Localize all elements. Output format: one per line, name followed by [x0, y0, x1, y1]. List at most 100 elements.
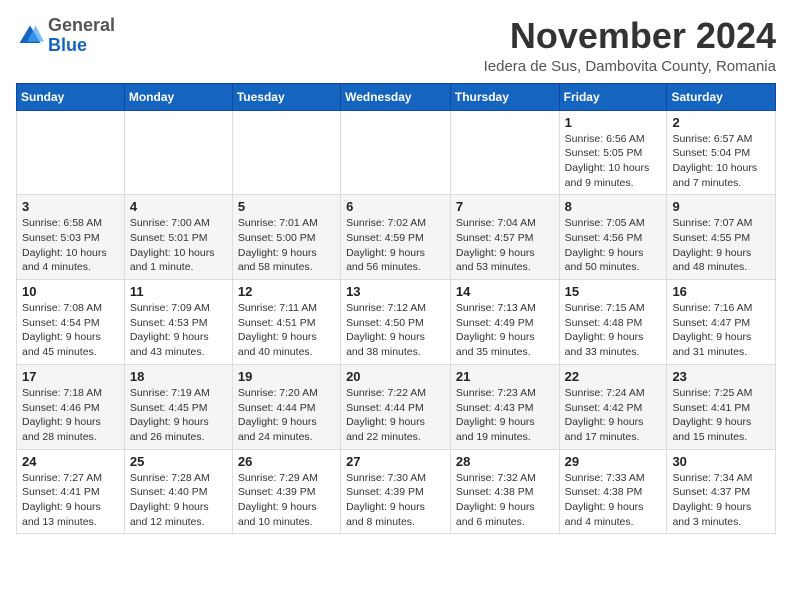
calendar-cell: 25 Sunrise: 7:28 AM Sunset: 4:40 PM Dayli… [124, 449, 232, 534]
calendar-week-row: 10 Sunrise: 7:08 AM Sunset: 4:54 PM Dayli… [17, 280, 776, 365]
day-info: Sunrise: 7:02 AM Sunset: 4:59 PM Dayligh… [346, 216, 445, 275]
day-info: Sunrise: 7:05 AM Sunset: 4:56 PM Dayligh… [565, 216, 662, 275]
day-number: 11 [130, 284, 227, 299]
day-info: Sunrise: 7:27 AM Sunset: 4:41 PM Dayligh… [22, 471, 119, 530]
calendar-week-row: 24 Sunrise: 7:27 AM Sunset: 4:41 PM Dayli… [17, 449, 776, 534]
day-info: Sunrise: 7:04 AM Sunset: 4:57 PM Dayligh… [456, 216, 554, 275]
day-number: 29 [565, 454, 662, 469]
day-info: Sunrise: 7:15 AM Sunset: 4:48 PM Dayligh… [565, 301, 662, 360]
calendar-cell: 30 Sunrise: 7:34 AM Sunset: 4:37 PM Dayli… [667, 449, 776, 534]
day-info: Sunrise: 7:28 AM Sunset: 4:40 PM Dayligh… [130, 471, 227, 530]
calendar-cell: 5 Sunrise: 7:01 AM Sunset: 5:00 PM Daylig… [232, 195, 340, 280]
weekday-header-sunday: Sunday [17, 83, 125, 110]
calendar-cell: 17 Sunrise: 7:18 AM Sunset: 4:46 PM Dayli… [17, 364, 125, 449]
day-info: Sunrise: 7:23 AM Sunset: 4:43 PM Dayligh… [456, 386, 554, 445]
day-info: Sunrise: 7:34 AM Sunset: 4:37 PM Dayligh… [672, 471, 770, 530]
day-info: Sunrise: 7:32 AM Sunset: 4:38 PM Dayligh… [456, 471, 554, 530]
day-info: Sunrise: 7:19 AM Sunset: 4:45 PM Dayligh… [130, 386, 227, 445]
calendar-cell: 16Sunrise: 7:16 AM Sunset: 4:47 PM Dayli… [667, 280, 776, 365]
calendar-week-row: 17 Sunrise: 7:18 AM Sunset: 4:46 PM Dayli… [17, 364, 776, 449]
calendar-cell: 8 Sunrise: 7:05 AM Sunset: 4:56 PM Daylig… [559, 195, 667, 280]
calendar-week-row: 3 Sunrise: 6:58 AM Sunset: 5:03 PM Daylig… [17, 195, 776, 280]
day-info: Sunrise: 6:58 AM Sunset: 5:03 PM Dayligh… [22, 216, 119, 275]
calendar-cell [17, 110, 125, 195]
day-info: Sunrise: 7:24 AM Sunset: 4:42 PM Dayligh… [565, 386, 662, 445]
calendar-cell: 27Sunrise: 7:30 AM Sunset: 4:39 PM Dayli… [341, 449, 451, 534]
calendar-cell: 7 Sunrise: 7:04 AM Sunset: 4:57 PM Daylig… [450, 195, 559, 280]
day-info: Sunrise: 7:18 AM Sunset: 4:46 PM Dayligh… [22, 386, 119, 445]
day-info: Sunrise: 7:22 AM Sunset: 4:44 PM Dayligh… [346, 386, 445, 445]
calendar-cell: 3 Sunrise: 6:58 AM Sunset: 5:03 PM Daylig… [17, 195, 125, 280]
weekday-header-friday: Friday [559, 83, 667, 110]
calendar-cell: 1 Sunrise: 6:56 AM Sunset: 5:05 PM Daylig… [559, 110, 667, 195]
day-info: Sunrise: 7:29 AM Sunset: 4:39 PM Dayligh… [238, 471, 335, 530]
day-number: 1 [565, 115, 662, 130]
day-info: Sunrise: 7:13 AM Sunset: 4:49 PM Dayligh… [456, 301, 554, 360]
day-number: 7 [456, 199, 554, 214]
weekday-header-wednesday: Wednesday [341, 83, 451, 110]
day-number: 27 [346, 454, 445, 469]
day-number: 4 [130, 199, 227, 214]
title-block: November 2024 Iedera de Sus, Dambovita C… [484, 16, 776, 75]
day-number: 19 [238, 369, 335, 384]
day-number: 12 [238, 284, 335, 299]
day-info: Sunrise: 6:57 AM Sunset: 5:04 PM Dayligh… [672, 132, 770, 191]
calendar-cell: 19 Sunrise: 7:20 AM Sunset: 4:44 PM Dayli… [232, 364, 340, 449]
weekday-header-row: SundayMondayTuesdayWednesdayThursdayFrid… [17, 83, 776, 110]
day-number: 3 [22, 199, 119, 214]
day-number: 25 [130, 454, 227, 469]
day-number: 24 [22, 454, 119, 469]
calendar-cell: 10 Sunrise: 7:08 AM Sunset: 4:54 PM Dayli… [17, 280, 125, 365]
calendar-cell: 15 Sunrise: 7:15 AM Sunset: 4:48 PM Dayli… [559, 280, 667, 365]
calendar-cell: 13Sunrise: 7:12 AM Sunset: 4:50 PM Dayli… [341, 280, 451, 365]
calendar-cell: 29Sunrise: 7:33 AM Sunset: 4:38 PM Dayli… [559, 449, 667, 534]
calendar-table: SundayMondayTuesdayWednesdayThursdayFrid… [16, 83, 776, 535]
location-subtitle: Iedera de Sus, Dambovita County, Romania [484, 58, 776, 75]
calendar-cell: 21 Sunrise: 7:23 AM Sunset: 4:43 PM Dayli… [450, 364, 559, 449]
calendar-cell: 24 Sunrise: 7:27 AM Sunset: 4:41 PM Dayli… [17, 449, 125, 534]
calendar-cell [341, 110, 451, 195]
day-number: 10 [22, 284, 119, 299]
calendar-cell [124, 110, 232, 195]
day-number: 15 [565, 284, 662, 299]
calendar-cell: 11 Sunrise: 7:09 AM Sunset: 4:53 PM Dayli… [124, 280, 232, 365]
calendar-cell: 12 Sunrise: 7:11 AM Sunset: 4:51 PM Dayli… [232, 280, 340, 365]
calendar-cell: 2 Sunrise: 6:57 AM Sunset: 5:04 PM Daylig… [667, 110, 776, 195]
calendar-cell: 6 Sunrise: 7:02 AM Sunset: 4:59 PM Daylig… [341, 195, 451, 280]
day-number: 2 [672, 115, 770, 130]
weekday-header-tuesday: Tuesday [232, 83, 340, 110]
logo: General Blue [16, 16, 115, 56]
day-info: Sunrise: 7:11 AM Sunset: 4:51 PM Dayligh… [238, 301, 335, 360]
day-number: 30 [672, 454, 770, 469]
day-info: Sunrise: 7:20 AM Sunset: 4:44 PM Dayligh… [238, 386, 335, 445]
weekday-header-saturday: Saturday [667, 83, 776, 110]
day-info: Sunrise: 7:09 AM Sunset: 4:53 PM Dayligh… [130, 301, 227, 360]
calendar-cell: 28 Sunrise: 7:32 AM Sunset: 4:38 PM Dayli… [450, 449, 559, 534]
day-number: 22 [565, 369, 662, 384]
calendar-cell: 18 Sunrise: 7:19 AM Sunset: 4:45 PM Dayli… [124, 364, 232, 449]
calendar-cell: 26 Sunrise: 7:29 AM Sunset: 4:39 PM Dayli… [232, 449, 340, 534]
day-number: 8 [565, 199, 662, 214]
day-number: 13 [346, 284, 445, 299]
day-number: 28 [456, 454, 554, 469]
day-info: Sunrise: 7:08 AM Sunset: 4:54 PM Dayligh… [22, 301, 119, 360]
month-title: November 2024 [484, 16, 776, 56]
weekday-header-thursday: Thursday [450, 83, 559, 110]
day-number: 21 [456, 369, 554, 384]
day-info: Sunrise: 7:07 AM Sunset: 4:55 PM Dayligh… [672, 216, 770, 275]
calendar-cell [232, 110, 340, 195]
day-info: Sunrise: 6:56 AM Sunset: 5:05 PM Dayligh… [565, 132, 662, 191]
day-number: 14 [456, 284, 554, 299]
day-number: 5 [238, 199, 335, 214]
calendar-cell [450, 110, 559, 195]
calendar-cell: 20Sunrise: 7:22 AM Sunset: 4:44 PM Dayli… [341, 364, 451, 449]
day-number: 18 [130, 369, 227, 384]
calendar-cell: 4 Sunrise: 7:00 AM Sunset: 5:01 PM Daylig… [124, 195, 232, 280]
day-number: 17 [22, 369, 119, 384]
page-header: General Blue November 2024 Iedera de Sus… [16, 16, 776, 75]
day-info: Sunrise: 7:01 AM Sunset: 5:00 PM Dayligh… [238, 216, 335, 275]
day-number: 26 [238, 454, 335, 469]
day-info: Sunrise: 7:16 AM Sunset: 4:47 PM Dayligh… [672, 301, 770, 360]
day-info: Sunrise: 7:00 AM Sunset: 5:01 PM Dayligh… [130, 216, 227, 275]
day-number: 6 [346, 199, 445, 214]
